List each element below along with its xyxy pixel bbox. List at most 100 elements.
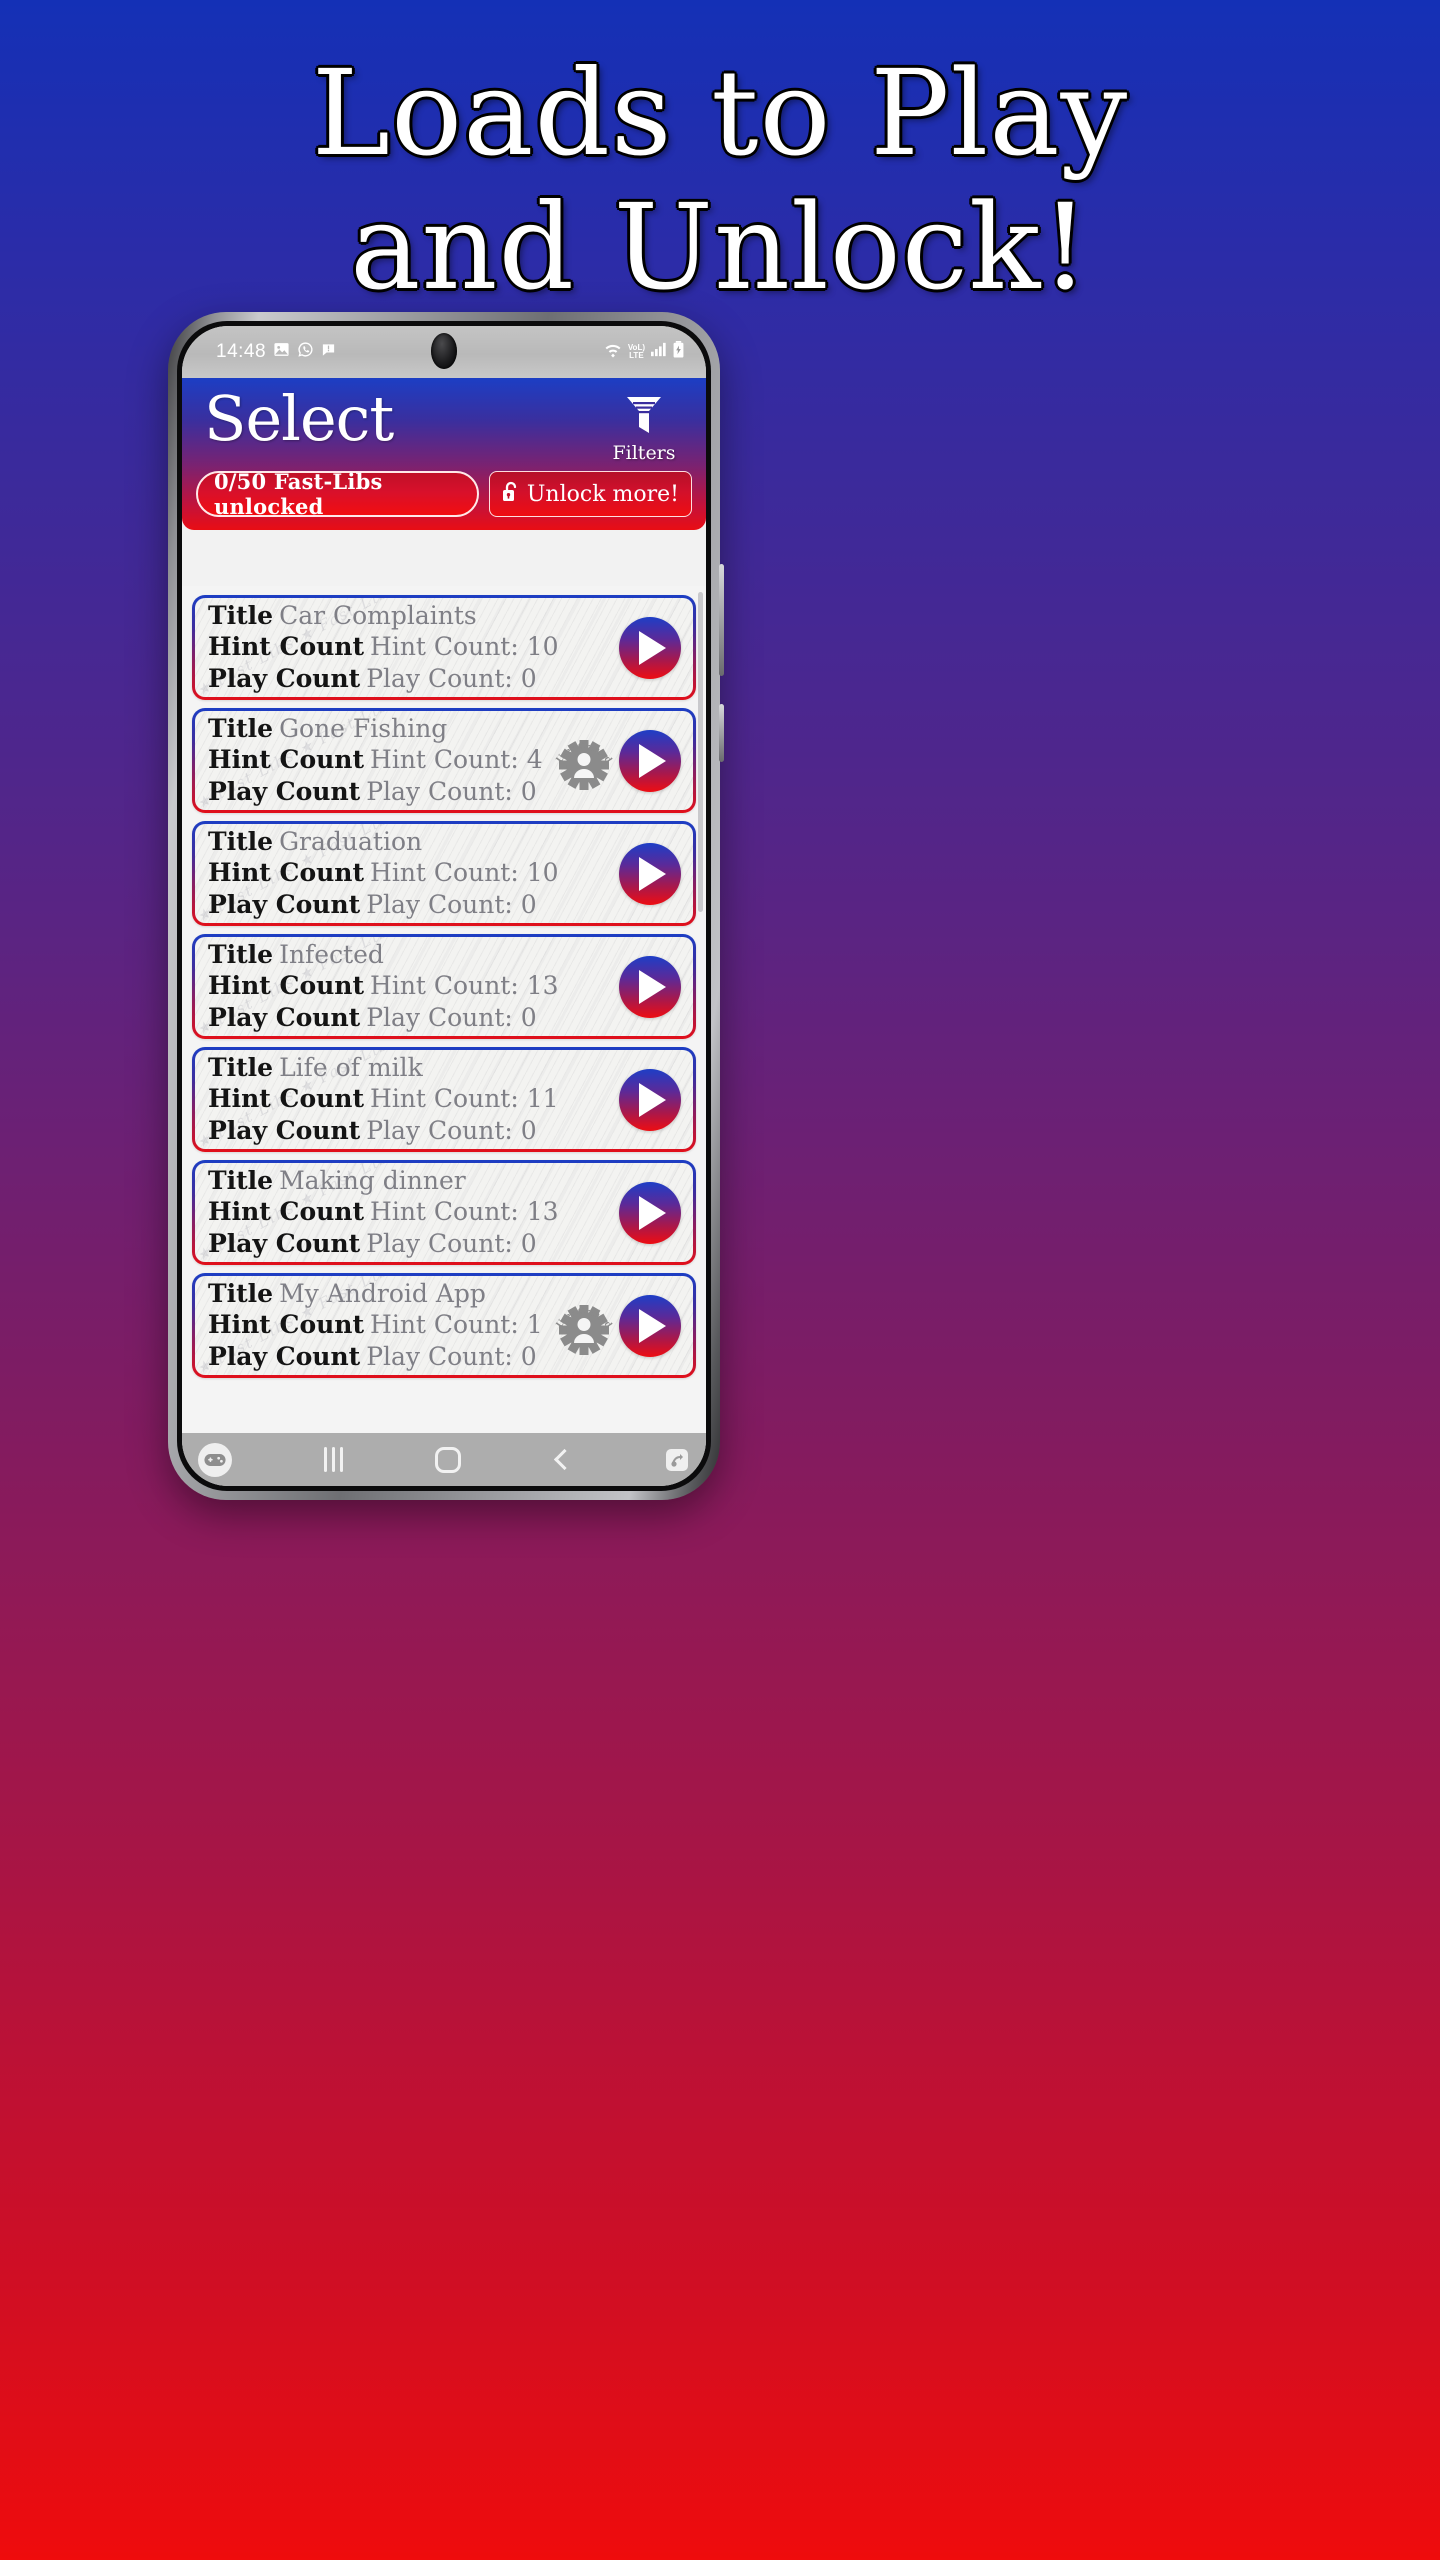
hint-count-value: Hint Count: 10: [370, 858, 559, 888]
wifi-icon: [604, 342, 622, 363]
unlock-more-label: Unlock more!: [526, 481, 679, 507]
list-item[interactable]: Fast Libs ★ Fast Libs ★ Fast Libs ★ Fast…: [192, 1160, 696, 1265]
list-item-body: Fast Libs ★ Fast Libs ★ Fast Libs ★ Fast…: [195, 1050, 693, 1149]
hint-count-value: Hint Count: 10: [370, 632, 559, 662]
play-count-label: Play Count: [208, 1228, 361, 1258]
user-created-badge: User Created: [551, 728, 617, 794]
play-button[interactable]: [619, 1068, 681, 1131]
play-count-value: Play Count: 0: [366, 1341, 537, 1371]
game-launcher-button[interactable]: [198, 1442, 232, 1477]
status-bar: 14:48 VoL) LTE: [182, 326, 706, 378]
play-button[interactable]: [619, 955, 681, 1018]
play-count-label: Play Count: [208, 889, 361, 919]
list-scrollbar[interactable]: [698, 592, 703, 912]
list-item-actions: [619, 1181, 693, 1244]
play-count-value: Play Count: 0: [366, 889, 537, 919]
play-icon: [639, 969, 666, 1004]
play-count-value: Play Count: 0: [366, 1228, 537, 1258]
fastlib-list[interactable]: Fast Libs ★ Fast Libs ★ Fast Libs ★ Fast…: [182, 586, 706, 1433]
app-header-bottom-row: 0/50 Fast-Libs unlocked Unlock more!: [196, 469, 692, 519]
play-count-label: Play Count: [208, 1002, 361, 1032]
title-value: My Android App: [279, 1279, 486, 1309]
list-item[interactable]: Fast Libs ★ Fast Libs ★ Fast Libs ★ Fast…: [192, 1047, 696, 1152]
battery-charging-icon: [673, 341, 684, 363]
title-label: Title: [208, 601, 274, 631]
play-count-label: Play Count: [208, 776, 361, 806]
list-container: Fast Libs ★ Fast Libs ★ Fast Libs ★ Fast…: [182, 595, 706, 1378]
back-icon[interactable]: [552, 1448, 576, 1471]
title-row: Title Life of milk: [208, 1054, 619, 1081]
status-bar-right: VoL) LTE: [604, 341, 684, 363]
phone-mockup: 14:48 VoL) LTE Select Filters 0/50 Fast-…: [168, 312, 724, 1500]
play-icon: [639, 743, 666, 778]
title-value: Infected: [279, 940, 384, 970]
list-item-actions: [619, 616, 693, 679]
recents-icon[interactable]: [323, 1447, 343, 1472]
play-count-row: Play Count Play Count: 0: [208, 776, 551, 806]
hint-count-label: Hint Count: [208, 632, 365, 662]
status-bar-left: 14:48: [216, 341, 336, 363]
phone-screen: 14:48 VoL) LTE Select Filters 0/50 Fast-…: [182, 326, 706, 1486]
play-count-value: Play Count: 0: [366, 1115, 537, 1145]
hint-count-label: Hint Count: [208, 971, 365, 1001]
hint-count-row: Hint Count Hint Count: 13: [208, 971, 619, 1001]
play-count-row: Play Count Play Count: 0: [208, 663, 619, 693]
unlock-more-button[interactable]: Unlock more!: [488, 471, 692, 517]
play-button[interactable]: [619, 1181, 681, 1244]
list-item-actions: User Created: [551, 728, 693, 794]
list-item[interactable]: Fast Libs ★ Fast Libs ★ Fast Libs ★ Fast…: [192, 934, 696, 1039]
title-label: Title: [208, 940, 274, 970]
notification-icon: [321, 342, 336, 363]
list-item[interactable]: Fast Libs ★ Fast Libs ★ Fast Libs ★ Fast…: [192, 595, 696, 700]
play-icon: [639, 856, 666, 891]
hint-count-label: Hint Count: [208, 745, 365, 775]
hint-count-value: Hint Count: 13: [370, 971, 559, 1001]
play-icon: [639, 1082, 666, 1117]
play-button[interactable]: [619, 729, 681, 792]
list-item[interactable]: Fast Libs ★ Fast Libs ★ Fast Libs ★ Fast…: [192, 1273, 696, 1378]
list-item-actions: [619, 842, 693, 905]
hint-count-label: Hint Count: [208, 858, 365, 888]
play-count-row: Play Count Play Count: 0: [208, 1228, 619, 1258]
title-row: Title Graduation: [208, 828, 619, 855]
play-button[interactable]: [619, 1294, 681, 1357]
status-bar-clock: 14:48: [216, 341, 267, 362]
filters-button[interactable]: Filters: [596, 388, 692, 463]
photos-icon: [273, 341, 290, 363]
hint-count-value: Hint Count: 1: [370, 1310, 543, 1340]
page-title: Select: [204, 382, 394, 455]
title-row: Title Infected: [208, 940, 619, 970]
screenshot-icon[interactable]: [664, 1447, 690, 1473]
list-item[interactable]: Fast Libs ★ Fast Libs ★ Fast Libs ★ Fast…: [192, 708, 696, 813]
signal-icon: [651, 342, 667, 362]
volte-icon: VoL) LTE: [628, 344, 645, 360]
filters-label: Filters: [612, 442, 676, 464]
unlocked-status-pill: 0/50 Fast-Libs unlocked: [196, 469, 479, 519]
play-count-value: Play Count: 0: [366, 663, 537, 693]
list-item[interactable]: Fast Libs ★ Fast Libs ★ Fast Libs ★ Fast…: [192, 821, 696, 926]
hint-count-label: Hint Count: [208, 1197, 365, 1227]
game-controller-icon[interactable]: [198, 1442, 232, 1477]
unlocked-status-text: 0/50 Fast-Libs unlocked: [214, 469, 383, 519]
title-row: Title Car Complaints: [208, 601, 619, 631]
play-count-value: Play Count: 0: [366, 1002, 537, 1032]
list-item-body: Fast Libs ★ Fast Libs ★ Fast Libs ★ Fast…: [195, 1276, 693, 1375]
play-count-value: Play Count: 0: [366, 776, 537, 806]
play-count-label: Play Count: [208, 1115, 361, 1145]
power-button[interactable]: [719, 704, 724, 762]
list-item-body: Fast Libs ★ Fast Libs ★ Fast Libs ★ Fast…: [195, 711, 693, 810]
home-button[interactable]: [434, 1446, 461, 1473]
home-icon[interactable]: [434, 1446, 461, 1473]
hint-count-label: Hint Count: [208, 1310, 365, 1340]
back-button[interactable]: [554, 1448, 576, 1471]
hint-count-row: Hint Count Hint Count: 10: [208, 858, 619, 888]
volume-button[interactable]: [719, 564, 724, 676]
title-row: Title Making dinner: [208, 1167, 619, 1194]
recents-button[interactable]: [323, 1447, 343, 1472]
play-button[interactable]: [619, 616, 681, 679]
hint-count-row: Hint Count Hint Count: 1: [208, 1310, 551, 1340]
play-button[interactable]: [619, 842, 681, 905]
title-row: Title My Android App: [208, 1279, 551, 1309]
play-count-row: Play Count Play Count: 0: [208, 1115, 619, 1145]
hint-count-row: Hint Count Hint Count: 13: [208, 1197, 619, 1227]
